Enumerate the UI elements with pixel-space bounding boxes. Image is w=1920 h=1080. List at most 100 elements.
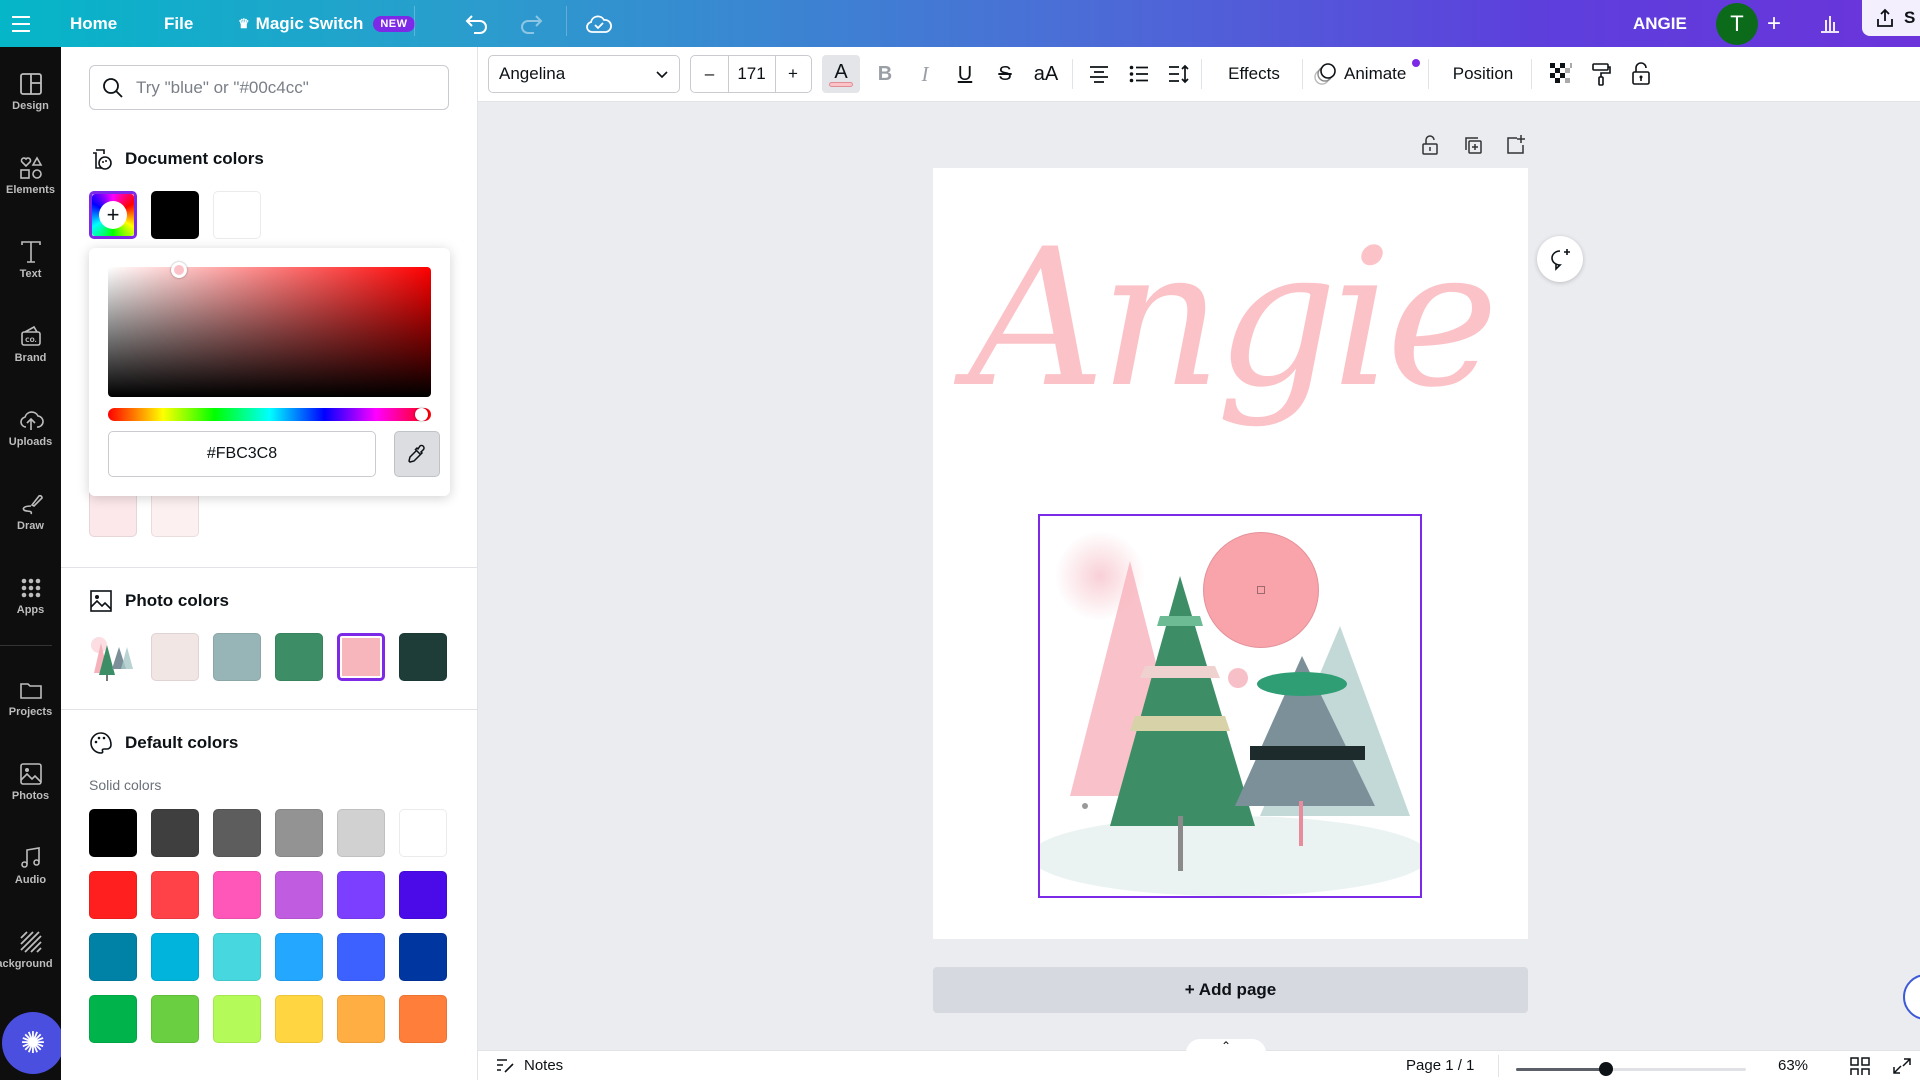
magic-switch-button[interactable]: ♛ Magic Switch NEW — [238, 0, 415, 47]
rail-item-audio[interactable]: Audio — [0, 833, 61, 897]
design-page[interactable]: Angie — [933, 168, 1528, 939]
font-family-dropdown[interactable]: Angelina — [488, 55, 680, 93]
list-button[interactable] — [1122, 55, 1156, 93]
hue-slider-handle[interactable] — [414, 408, 428, 421]
solid-color-swatch[interactable] — [151, 871, 199, 919]
effects-button[interactable]: Effects — [1214, 55, 1294, 93]
increase-font-size-button[interactable]: + — [776, 56, 811, 92]
rail-item-apps[interactable]: Apps — [0, 563, 61, 627]
zoom-slider-handle[interactable] — [1598, 1062, 1613, 1076]
undo-button[interactable] — [464, 0, 490, 47]
text-color-button[interactable]: A — [822, 55, 860, 93]
solid-color-swatch[interactable] — [89, 933, 137, 981]
solid-color-swatch[interactable] — [337, 871, 385, 919]
page-grid-button[interactable] — [1850, 1057, 1870, 1075]
solid-color-swatch[interactable] — [275, 933, 323, 981]
rail-item-draw[interactable]: Draw — [0, 479, 61, 543]
solid-color-swatch[interactable] — [275, 809, 323, 857]
avatar[interactable]: T — [1716, 0, 1758, 47]
solid-color-swatch[interactable] — [213, 871, 261, 919]
saturation-brightness-area[interactable] — [108, 261, 431, 397]
invite-button[interactable]: + — [1756, 0, 1792, 47]
solid-color-swatch[interactable] — [275, 871, 323, 919]
solid-color-swatch[interactable] — [213, 933, 261, 981]
decrease-font-size-button[interactable]: – — [692, 56, 729, 92]
document-color-swatch[interactable] — [151, 489, 199, 537]
solid-color-swatch[interactable] — [399, 871, 447, 919]
notes-button[interactable]: Notes — [496, 1057, 563, 1074]
solid-color-swatch[interactable] — [337, 933, 385, 981]
transparency-button[interactable] — [1544, 55, 1578, 93]
photo-color-swatch[interactable] — [151, 633, 199, 681]
photo-color-swatch[interactable] — [337, 633, 385, 681]
rail-item-brand[interactable]: CO. Brand — [0, 311, 61, 375]
photo-color-swatch[interactable] — [275, 633, 323, 681]
italic-button[interactable]: I — [908, 55, 942, 93]
share-button[interactable]: S — [1862, 0, 1920, 36]
font-size-input[interactable]: 171 — [729, 56, 776, 92]
rail-item-elements[interactable]: Elements — [0, 143, 61, 207]
redo-button[interactable] — [518, 0, 544, 47]
solid-color-swatch[interactable] — [399, 933, 447, 981]
help-button[interactable] — [1903, 974, 1920, 1020]
add-color-button[interactable]: + — [89, 191, 137, 239]
add-page-icon-button[interactable] — [1504, 134, 1528, 158]
center-handle[interactable] — [1257, 586, 1265, 594]
add-page-button[interactable]: + Add page — [933, 967, 1528, 1013]
document-color-swatch[interactable] — [89, 489, 137, 537]
duplicate-page-button[interactable] — [1462, 134, 1486, 158]
save-status-button[interactable] — [585, 0, 613, 47]
hue-slider[interactable] — [108, 408, 431, 421]
solid-color-swatch[interactable] — [151, 933, 199, 981]
spacing-button[interactable] — [1162, 55, 1196, 93]
zoom-percent[interactable]: 63% — [1778, 1057, 1808, 1074]
animate-button[interactable]: Animate — [1312, 55, 1420, 93]
hex-color-input[interactable] — [108, 431, 376, 477]
solid-color-swatch[interactable] — [399, 809, 447, 857]
letter-case-button[interactable]: aA — [1028, 55, 1064, 93]
solid-color-swatch[interactable] — [151, 809, 199, 857]
solid-color-swatch[interactable] — [89, 995, 137, 1043]
page-indicator[interactable]: Page 1 / 1 — [1406, 1057, 1474, 1074]
underline-button[interactable]: U — [948, 55, 982, 93]
solid-color-swatch[interactable] — [337, 809, 385, 857]
design-title[interactable]: ANGIE — [1633, 0, 1687, 47]
photo-color-swatch[interactable] — [399, 633, 447, 681]
solid-color-swatch[interactable] — [213, 995, 261, 1043]
position-button[interactable]: Position — [1440, 55, 1526, 93]
solid-color-swatch[interactable] — [399, 995, 447, 1043]
solid-color-swatch[interactable] — [275, 995, 323, 1043]
document-color-swatch[interactable] — [213, 191, 261, 239]
solid-color-swatch[interactable] — [89, 871, 137, 919]
home-button[interactable]: Home — [70, 0, 117, 47]
eyedropper-button[interactable] — [394, 431, 440, 477]
photo-thumbnail[interactable] — [87, 633, 137, 683]
copy-style-button[interactable] — [1584, 55, 1618, 93]
bold-button[interactable]: B — [868, 55, 902, 93]
title-text-element[interactable]: Angie — [933, 208, 1528, 429]
rail-item-projects[interactable]: Projects — [0, 665, 61, 729]
lock-button[interactable] — [1624, 55, 1658, 93]
solid-color-swatch[interactable] — [337, 995, 385, 1043]
rail-item-design[interactable]: Design — [0, 59, 61, 123]
solid-color-swatch[interactable] — [151, 995, 199, 1043]
color-search[interactable] — [89, 65, 449, 110]
file-button[interactable]: File — [164, 0, 193, 47]
trees-image-element[interactable] — [1038, 514, 1422, 898]
insights-button[interactable] — [1808, 0, 1852, 47]
rail-item-photos[interactable]: Photos — [0, 749, 61, 813]
document-color-swatch[interactable] — [151, 191, 199, 239]
strikethrough-button[interactable]: S — [988, 55, 1022, 93]
saturation-brightness-handle[interactable] — [171, 261, 188, 278]
rail-item-uploads[interactable]: Uploads — [0, 395, 61, 459]
photo-color-swatch[interactable] — [213, 633, 261, 681]
circle-shape-element[interactable] — [1203, 532, 1319, 648]
collapse-pages-button[interactable]: ⌃ — [1186, 1039, 1266, 1053]
magic-assistant-button[interactable]: ✺ — [2, 1012, 64, 1074]
rail-item-text[interactable]: Text — [0, 227, 61, 291]
add-comment-button[interactable] — [1537, 236, 1583, 282]
rail-item-background[interactable]: Background — [0, 917, 61, 981]
solid-color-swatch[interactable] — [213, 809, 261, 857]
fullscreen-button[interactable] — [1892, 1057, 1912, 1075]
solid-color-swatch[interactable] — [89, 809, 137, 857]
